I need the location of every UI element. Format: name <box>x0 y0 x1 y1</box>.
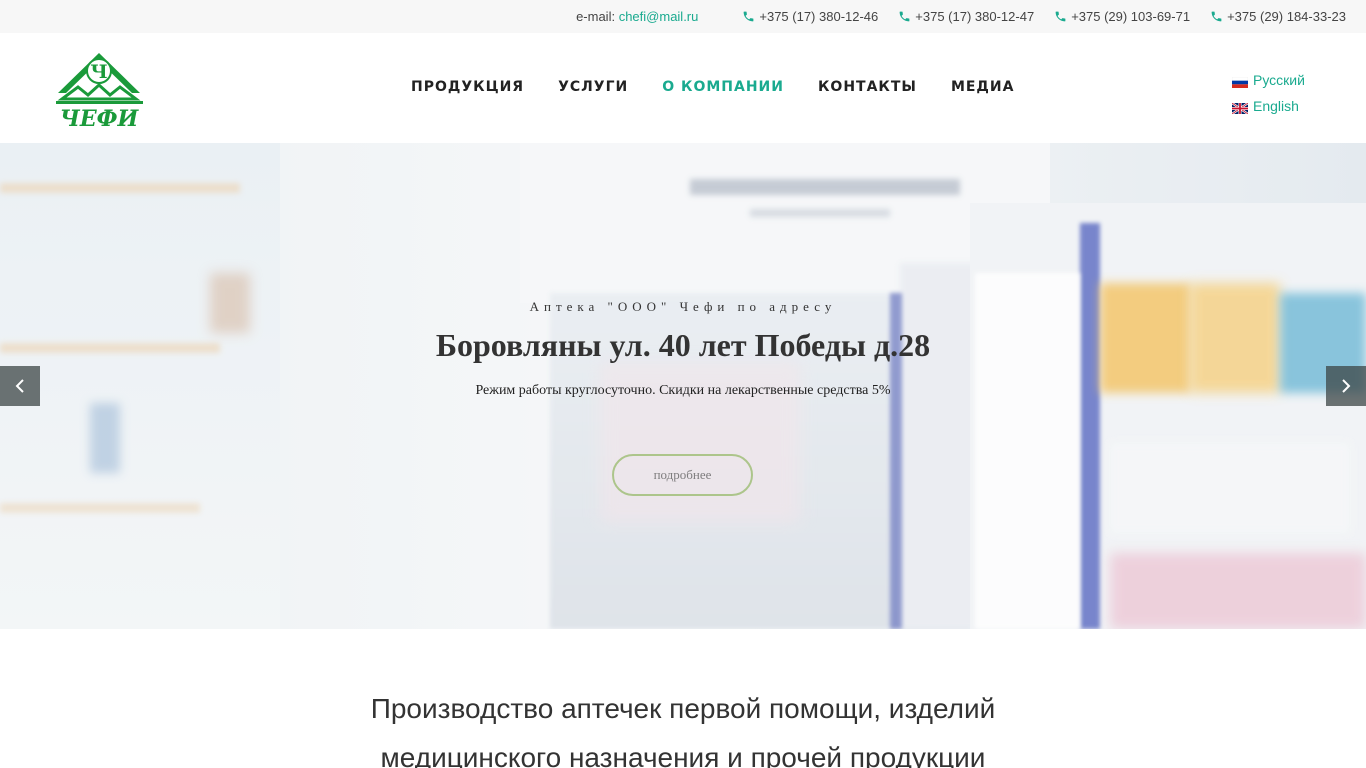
logo-mark: Ч ЧЕФИ <box>56 53 143 132</box>
uk-flag-icon <box>1231 101 1249 115</box>
hero-slider: Аптека "ООО" Чефи по адресу Боровляны ул… <box>0 143 1366 629</box>
phone-number: +375 (29) 184-33-23 <box>1227 9 1346 24</box>
intro-line-1: Производство аптечек первой помощи, изде… <box>370 693 996 724</box>
phone-number: +375 (29) 103-69-71 <box>1071 9 1191 24</box>
phone-4[interactable]: +375 (29) 184-33-23 <box>1210 9 1346 24</box>
phone-3[interactable]: +375 (29) 103-69-71 <box>1054 9 1190 24</box>
lang-russian-label: Русский <box>1253 72 1305 88</box>
nav-item-contacts[interactable]: КОНТАКТЫ <box>818 79 917 95</box>
lang-english[interactable]: English <box>1231 93 1305 119</box>
slider-prev-button[interactable] <box>0 366 40 406</box>
svg-text:ЧЕФИ: ЧЕФИ <box>60 106 140 129</box>
chevron-left-icon <box>15 379 24 393</box>
nav-item-media[interactable]: МЕДИА <box>951 79 1015 95</box>
nav-item-about[interactable]: О КОМПАНИИ <box>662 79 784 95</box>
slider-next-button[interactable] <box>1326 366 1366 406</box>
lang-russian[interactable]: Русский <box>1231 67 1305 93</box>
language-switcher: Русский English <box>1231 67 1305 119</box>
chevron-right-icon <box>1342 379 1351 393</box>
phone-icon <box>1055 11 1066 22</box>
more-button[interactable]: подробнее <box>612 454 753 496</box>
phone-icon <box>899 11 910 22</box>
nav-item-products[interactable]: ПРОДУКЦИЯ <box>411 79 524 95</box>
phone-icon <box>744 11 754 22</box>
lang-english-label: English <box>1253 98 1299 114</box>
svg-text:Ч: Ч <box>90 61 107 83</box>
intro-heading: Производство аптечек первой помощи, изде… <box>0 684 1366 768</box>
phone-number: +375 (17) 380-12-46 <box>759 9 879 24</box>
intro-line-2: медицинского назначения и прочей продукц… <box>380 742 986 768</box>
hero-caption: Аптека "ООО" Чефи по адресу Боровляны ул… <box>0 143 1366 629</box>
hero-title: Боровляны ул. 40 лет Победы д.28 <box>435 327 931 363</box>
top-contact-bar: e-mail: chefi@mail.ru +375 (17) 380-12-4… <box>0 0 1366 33</box>
hero-subtitle: Режим работы круглосуточно. Скидки на ле… <box>475 383 891 398</box>
phone-number: +375 (17) 380-12-47 <box>915 9 1035 24</box>
company-logo[interactable]: Ч ЧЕФИ <box>52 47 147 132</box>
hero-kicker: Аптека "ООО" Чефи по адресу <box>529 299 837 314</box>
email-contact: e-mail: chefi@mail.ru <box>576 9 698 24</box>
email-label: e-mail: <box>576 9 616 24</box>
main-nav: ПРОДУКЦИЯ УСЛУГИ О КОМПАНИИ КОНТАКТЫ МЕД… <box>411 79 1048 95</box>
russia-flag-icon <box>1231 75 1249 88</box>
phone-1[interactable]: +375 (17) 380-12-46 <box>742 9 878 24</box>
phone-icon <box>1211 11 1222 22</box>
phone-2[interactable]: +375 (17) 380-12-47 <box>898 9 1034 24</box>
site-header: Ч ЧЕФИ ПРОДУКЦИЯ УСЛУГИ О КОМПАНИИ КОНТА… <box>0 33 1366 143</box>
email-link[interactable]: chefi@mail.ru <box>619 9 699 24</box>
nav-item-services[interactable]: УСЛУГИ <box>558 79 628 95</box>
